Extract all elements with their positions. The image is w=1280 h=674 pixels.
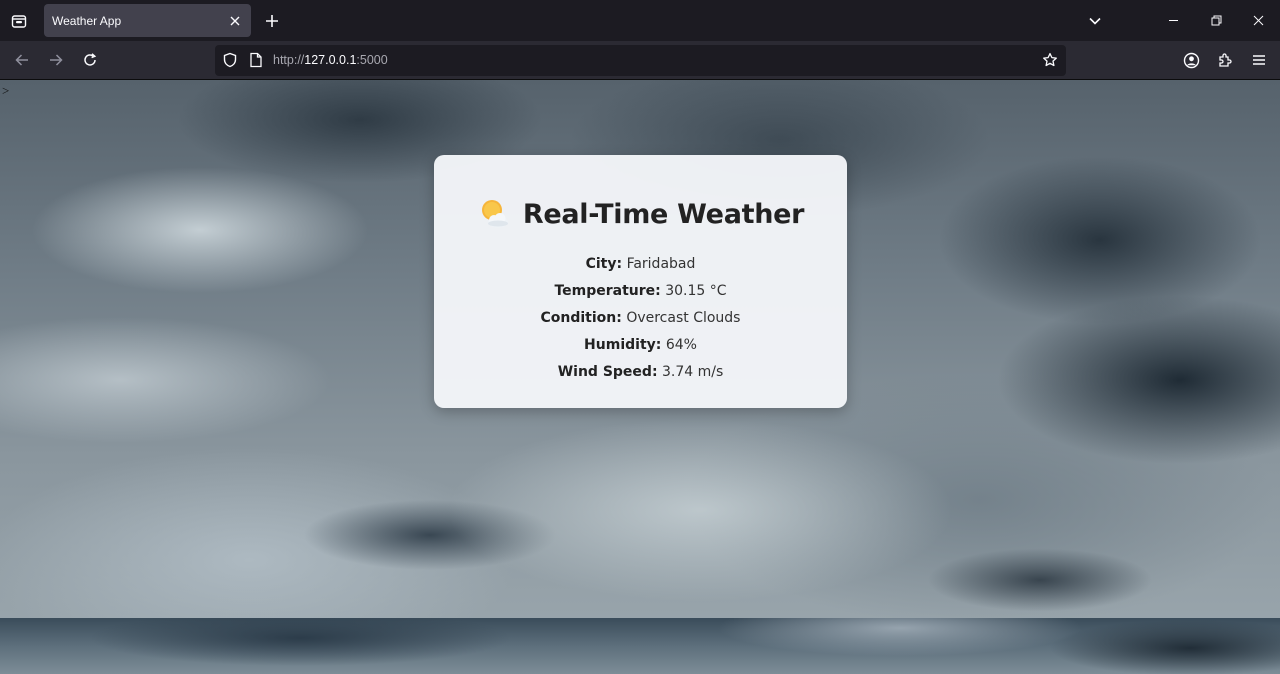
arrow-right-icon <box>50 54 63 66</box>
star-icon <box>1043 52 1057 67</box>
card-title: Real-Time Weather <box>522 198 805 230</box>
url-text[interactable]: http://127.0.0.1:5000 <box>273 53 388 67</box>
page-viewport: > Real-Time Weather City: Faridabad Temp… <box>0 80 1280 674</box>
forward-button[interactable] <box>42 46 70 74</box>
url-port: :5000 <box>356 53 388 67</box>
wind-speed-value: 3.74 m/s <box>662 364 724 380</box>
sun-behind-cloud-icon <box>481 200 508 228</box>
minimize-icon <box>1169 20 1178 21</box>
restore-button[interactable] <box>1195 0 1238 41</box>
url-host: 127.0.0.1 <box>304 53 357 67</box>
extensions-button[interactable] <box>1211 46 1239 74</box>
temperature-value: 30.15 °C <box>665 283 727 299</box>
temperature-label: Temperature: <box>554 283 661 299</box>
page-info-icon[interactable] <box>247 51 265 69</box>
close-window-button[interactable] <box>1237 0 1280 41</box>
humidity-value: 64% <box>665 337 697 353</box>
tab-strip: Weather App <box>0 0 1280 41</box>
arrow-left-icon <box>15 54 28 66</box>
back-button[interactable] <box>8 46 36 74</box>
temperature-row: Temperature: 30.15 °C <box>434 281 847 308</box>
puzzle-icon <box>1219 53 1232 67</box>
weather-card: Real-Time Weather City: Faridabad Temper… <box>434 155 847 408</box>
minimize-button[interactable] <box>1152 0 1195 41</box>
condition-row: Condition: Overcast Clouds <box>434 308 847 335</box>
wind-speed-row: Wind Speed: 3.74 m/s <box>434 362 847 389</box>
reload-icon <box>84 53 97 66</box>
app-menu-button[interactable] <box>1245 46 1273 74</box>
city-row: City: Faridabad <box>434 254 847 281</box>
cloudy-sky-background-repeat <box>0 618 1280 674</box>
firefox-view-icon <box>11 15 27 28</box>
firefox-view-button[interactable] <box>6 8 32 34</box>
account-icon <box>1183 52 1199 68</box>
tab-title: Weather App <box>52 13 122 28</box>
tab-close-button[interactable] <box>225 11 245 31</box>
card-heading: Real-Time Weather <box>434 197 847 231</box>
list-all-tabs-button[interactable] <box>1082 8 1108 34</box>
condition-value: Overcast Clouds <box>626 310 741 326</box>
stray-text: > <box>2 83 10 98</box>
tab-weather-app[interactable]: Weather App <box>44 4 251 37</box>
humidity-row: Humidity: 64% <box>434 335 847 362</box>
weather-details: City: Faridabad Temperature: 30.15 °C Co… <box>434 254 847 389</box>
url-prefix: http:// <box>273 53 305 67</box>
hamburger-menu-icon <box>1253 55 1265 65</box>
reload-button[interactable] <box>76 46 104 74</box>
navigation-toolbar: http://127.0.0.1:5000 <box>0 41 1280 80</box>
humidity-label: Humidity: <box>584 337 662 353</box>
wind-speed-label: Wind Speed: <box>557 364 658 380</box>
close-window-icon <box>1253 15 1264 26</box>
account-button[interactable] <box>1177 46 1205 74</box>
restore-icon <box>1211 15 1222 26</box>
plus-icon <box>266 15 278 27</box>
chevron-down-icon <box>1089 17 1101 25</box>
bookmark-star-button[interactable] <box>1041 51 1059 69</box>
tracking-protection-shield-icon[interactable] <box>221 51 239 69</box>
close-icon <box>230 16 240 26</box>
city-label: City: <box>585 256 623 272</box>
address-bar[interactable]: http://127.0.0.1:5000 <box>215 45 1066 76</box>
city-value: Faridabad <box>626 256 696 272</box>
condition-label: Condition: <box>540 310 622 326</box>
new-tab-button[interactable] <box>259 8 285 34</box>
